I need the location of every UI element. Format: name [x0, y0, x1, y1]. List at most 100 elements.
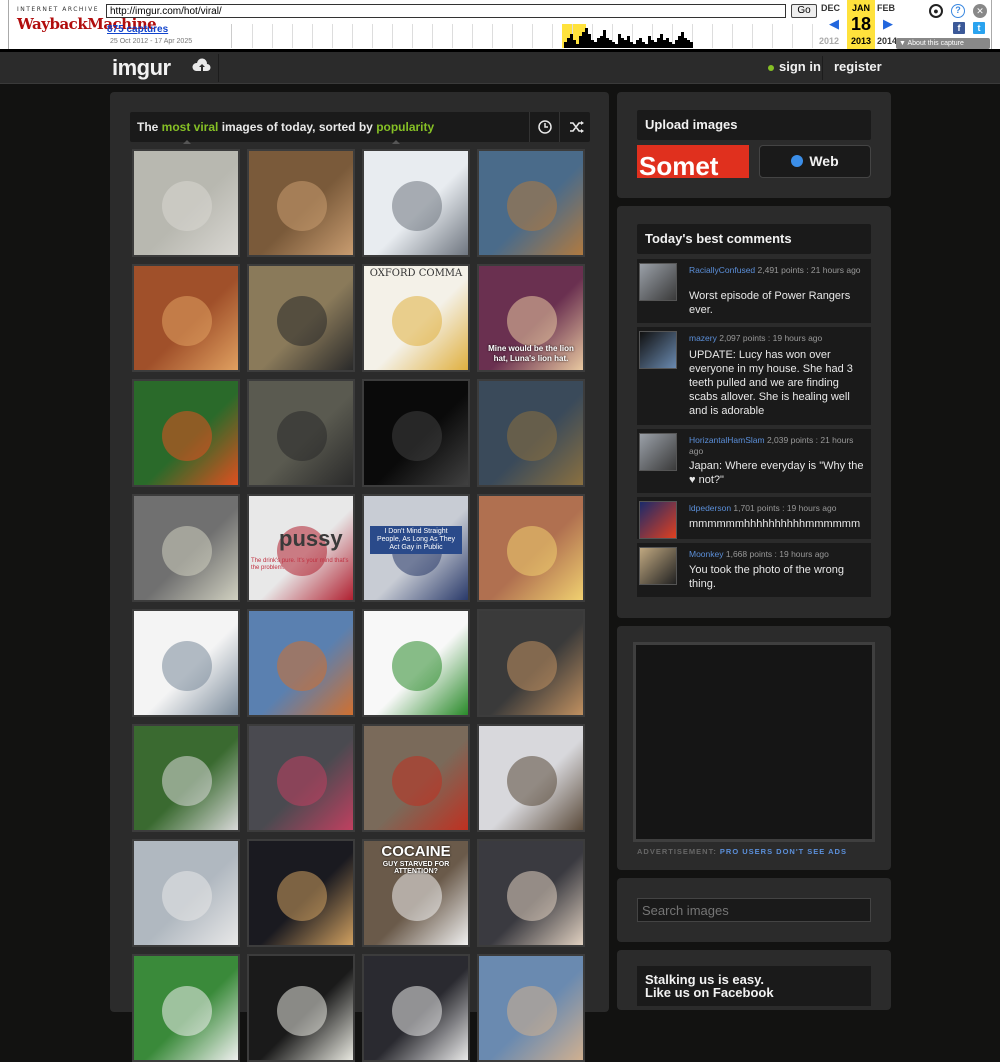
- advertisement-box[interactable]: [633, 642, 875, 842]
- gallery-thumb[interactable]: [132, 954, 240, 1062]
- thumb-subject: [507, 296, 557, 346]
- gallery-thumb[interactable]: [362, 379, 470, 487]
- wayback-prev-year[interactable]: 2012: [819, 36, 839, 46]
- register-link[interactable]: register: [834, 59, 882, 74]
- upload-preview-banner[interactable]: Somet: [637, 145, 749, 178]
- comment-item[interactable]: mazery 2,097 points : 19 hours ago UPDATE…: [637, 327, 871, 425]
- gallery-thumb[interactable]: [132, 379, 240, 487]
- comment-username[interactable]: HorizantalHamSlam: [689, 435, 765, 445]
- gallery-thumb[interactable]: I Don't Mind Straight People, As Long As…: [362, 494, 470, 602]
- close-icon[interactable]: ✕: [973, 4, 987, 18]
- gallery-thumb[interactable]: Mine would be the lion hat, Luna's lion …: [477, 264, 585, 372]
- wayback-next-month[interactable]: FEB: [877, 3, 895, 13]
- gallery-thumb[interactable]: [477, 954, 585, 1062]
- thumb-caption: COCAINE: [381, 843, 451, 860]
- wayback-logo[interactable]: INTERNET ARCHIVE WaybackMachine: [17, 6, 157, 42]
- imgur-logo[interactable]: imgur: [112, 55, 171, 81]
- gallery-thumb[interactable]: [362, 724, 470, 832]
- upload-web-button[interactable]: Web: [759, 145, 871, 178]
- gallery-thumb[interactable]: [247, 724, 355, 832]
- comment-item[interactable]: RaciallyConfused 2,491 points : 21 hours…: [637, 259, 871, 323]
- section-caret-icon: [183, 140, 191, 144]
- wayback-prev-month[interactable]: DEC: [821, 3, 840, 13]
- comment-thumbnail[interactable]: [639, 263, 677, 301]
- comment-meta: RaciallyConfused 2,491 points : 21 hours…: [689, 265, 869, 276]
- comment-text: Japan: Where everyday is "Why the ♥ not?…: [689, 460, 864, 486]
- online-dot-icon: [768, 64, 774, 71]
- gallery-thumb[interactable]: [477, 494, 585, 602]
- sparkline-year-divider: [812, 24, 813, 48]
- comment-item[interactable]: Moonkey 1,668 points : 19 hours ago You t…: [637, 543, 871, 597]
- gallery-thumb[interactable]: [247, 954, 355, 1062]
- comment-item[interactable]: ldpederson 1,701 points : 19 hours ago mm…: [637, 497, 871, 539]
- comment-points: 2,097 points : 19 hours ago: [716, 333, 823, 343]
- comment-item[interactable]: HorizantalHamSlam 2,039 points : 21 hour…: [637, 429, 871, 493]
- comment-thumbnail[interactable]: [639, 501, 677, 539]
- gallery-thumb[interactable]: [477, 149, 585, 257]
- comment-username[interactable]: ldpederson: [689, 503, 731, 513]
- wayback-next-arrow-icon[interactable]: ▶: [883, 16, 893, 32]
- wayback-next-year[interactable]: 2014: [877, 36, 897, 46]
- gallery-thumb[interactable]: [477, 724, 585, 832]
- wayback-go-button[interactable]: Go: [791, 4, 817, 18]
- gallery-thumb[interactable]: [132, 494, 240, 602]
- thumb-caption: pussy: [279, 526, 343, 551]
- twitter-icon[interactable]: t: [973, 22, 985, 34]
- comment-thumbnail[interactable]: [639, 331, 677, 369]
- gallery-title-mid: images of today, sorted by: [218, 120, 377, 134]
- thumb-subject: [392, 411, 442, 461]
- gallery-thumb[interactable]: [247, 609, 355, 717]
- gallery-thumb[interactable]: COCAINE GUY STARVED FOR ATTENTION?: [362, 839, 470, 947]
- random-button[interactable]: [559, 112, 590, 142]
- thumb-subject: [162, 871, 212, 921]
- gallery-thumb[interactable]: [132, 724, 240, 832]
- comment-thumbnail[interactable]: [639, 433, 677, 471]
- thumb-subject: [162, 181, 212, 231]
- help-icon[interactable]: ?: [951, 4, 965, 18]
- facebook-icon[interactable]: f: [953, 22, 965, 34]
- pro-users-link[interactable]: PRO USERS DON'T SEE ADS: [720, 847, 847, 856]
- search-input[interactable]: [637, 898, 871, 922]
- thumb-subject: [277, 296, 327, 346]
- gallery-thumb[interactable]: [362, 609, 470, 717]
- upload-title: Upload images: [637, 110, 871, 140]
- comment-username[interactable]: mazery: [689, 333, 717, 343]
- comment-username[interactable]: RaciallyConfused: [689, 265, 755, 275]
- comment-username[interactable]: Moonkey: [689, 549, 724, 559]
- sign-in-link[interactable]: sign in: [768, 59, 821, 74]
- gallery-thumb[interactable]: [362, 954, 470, 1062]
- gallery-thumb[interactable]: [132, 839, 240, 947]
- gallery-thumb[interactable]: pussy The drink's pure. It's your mind th…: [247, 494, 355, 602]
- user-icon[interactable]: ●: [929, 4, 943, 18]
- gallery-sort-order[interactable]: popularity: [376, 120, 434, 134]
- gallery-thumb[interactable]: [247, 149, 355, 257]
- upload-icon[interactable]: [192, 58, 212, 76]
- gallery-thumb[interactable]: [247, 379, 355, 487]
- wayback-prev-arrow-icon[interactable]: ◀: [829, 16, 839, 32]
- thumb-subject: [277, 986, 327, 1036]
- thumb-caption: The drink's pure. It's your mind that's …: [251, 558, 349, 571]
- comment-text: Worst episode of Power Rangers ever.: [689, 290, 851, 316]
- gallery-thumb[interactable]: [247, 264, 355, 372]
- time-filter-button[interactable]: [529, 112, 559, 142]
- wayback-sparkline[interactable]: [231, 24, 817, 48]
- gallery-thumb[interactable]: [247, 839, 355, 947]
- gallery-thumb[interactable]: [132, 609, 240, 717]
- gallery-thumb[interactable]: [362, 149, 470, 257]
- comment-thumbnail[interactable]: [639, 547, 677, 585]
- sparkline-year-divider: [372, 24, 373, 48]
- wayback-url-input[interactable]: [106, 4, 786, 18]
- sparkline-year-divider: [732, 24, 733, 48]
- globe-icon: [791, 155, 804, 167]
- gallery-thumb[interactable]: OXFORD COMMA: [362, 264, 470, 372]
- wayback-about-capture[interactable]: ▼ About this capture: [896, 38, 990, 49]
- thumb-subject: [162, 526, 212, 576]
- facebook-line2[interactable]: Like us on Facebook: [645, 986, 863, 999]
- gallery-thumb[interactable]: [477, 839, 585, 947]
- gallery-thumb[interactable]: [132, 264, 240, 372]
- gallery-thumb[interactable]: [477, 609, 585, 717]
- gallery-sort-section[interactable]: most viral: [162, 120, 219, 134]
- gallery-thumb[interactable]: [477, 379, 585, 487]
- wayback-captures-link[interactable]: 875 captures: [107, 24, 168, 35]
- gallery-thumb[interactable]: [132, 149, 240, 257]
